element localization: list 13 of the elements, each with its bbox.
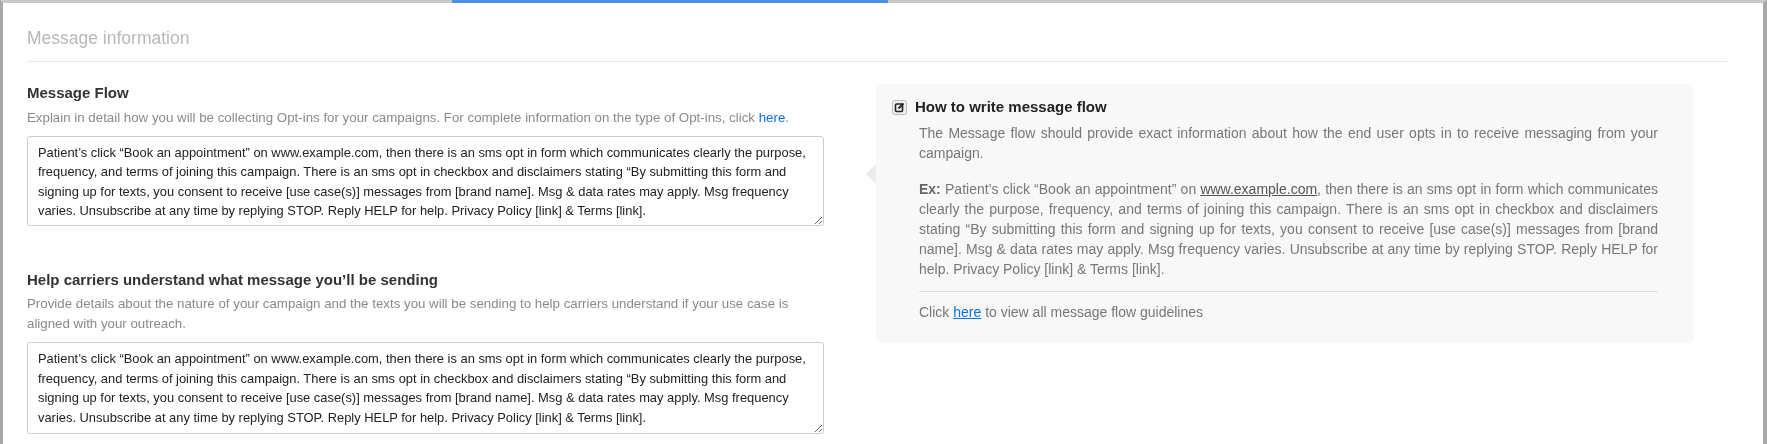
edit-icon [892, 100, 907, 115]
field-description: Explain in detail how you will be collecting Opt-ins for your campaigns. For complete information on the type of Opt-ins, click here. [27, 108, 790, 127]
example-paragraph: Ex: Patient’s click “Book an appointment” on www.example.com, then there is an sms opt in form which communicates clearly the purpose, frequency, and terms of joining this campaign. There is an sms opt in checkbox and disclaimers stating “By submitting this form and signing up for texts, you consent to receive [use case(s)] messages from [brand name]. Msg & data rates may apply. Msg frequency varies. Unsubscribe at any time by replying STOP. Reply HELP for help. Privacy Policy [link] & Terms [link]. [919, 179, 1658, 279]
section-title: Message information [27, 25, 1727, 63]
help-paragraph: The Message flow should provide exact information about how the end user opts in to receive messaging from your campaign. [919, 123, 1658, 163]
field-description: Provide details about the nature of your campaign and the texts you will be sending to help carriers understand if your use case is aligned with your outreach. [27, 295, 790, 334]
text-area[interactable]: Patient’s click “Book an appointment” on www.example.com, then there is an sms opt in form which communicates clearly the purpose, frequency, and terms of joining this campaign. There is an sms opt in checkbox and disclaimers stating “By submitting this form and signing up for texts, you consent to receive [use case(s)] messages from [brand name]. Msg & data rates may apply. Msg frequency varies. Unsubscribe at any time by replying STOP. Reply HELP for help. Privacy Policy [link] & Terms [link]. [27, 342, 824, 435]
help-title: How to write message flow [915, 97, 1107, 118]
guidelines-link[interactable]: here [953, 303, 982, 320]
text-area[interactable]: Patient’s click “Book an appointment” on www.example.com, then there is an sms opt in form which communicates clearly the purpose, frequency, and terms of joining this campaign. There is an sms opt in checkbox and disclaimers stating “By submitting this form and signing up for texts, you consent to receive [use case(s)] messages from [brand name]. Msg & data rates may apply. Msg frequency varies. Unsubscribe at any time by replying STOP. Reply HELP for help. Privacy Policy [link] & Terms [link]. [27, 135, 824, 226]
field-label: Help carriers understand what message you’ll be sending [27, 269, 439, 290]
guidelines-text: Click here to view all message flow guidelines [919, 302, 1205, 322]
field-label: Message Flow [27, 83, 130, 104]
